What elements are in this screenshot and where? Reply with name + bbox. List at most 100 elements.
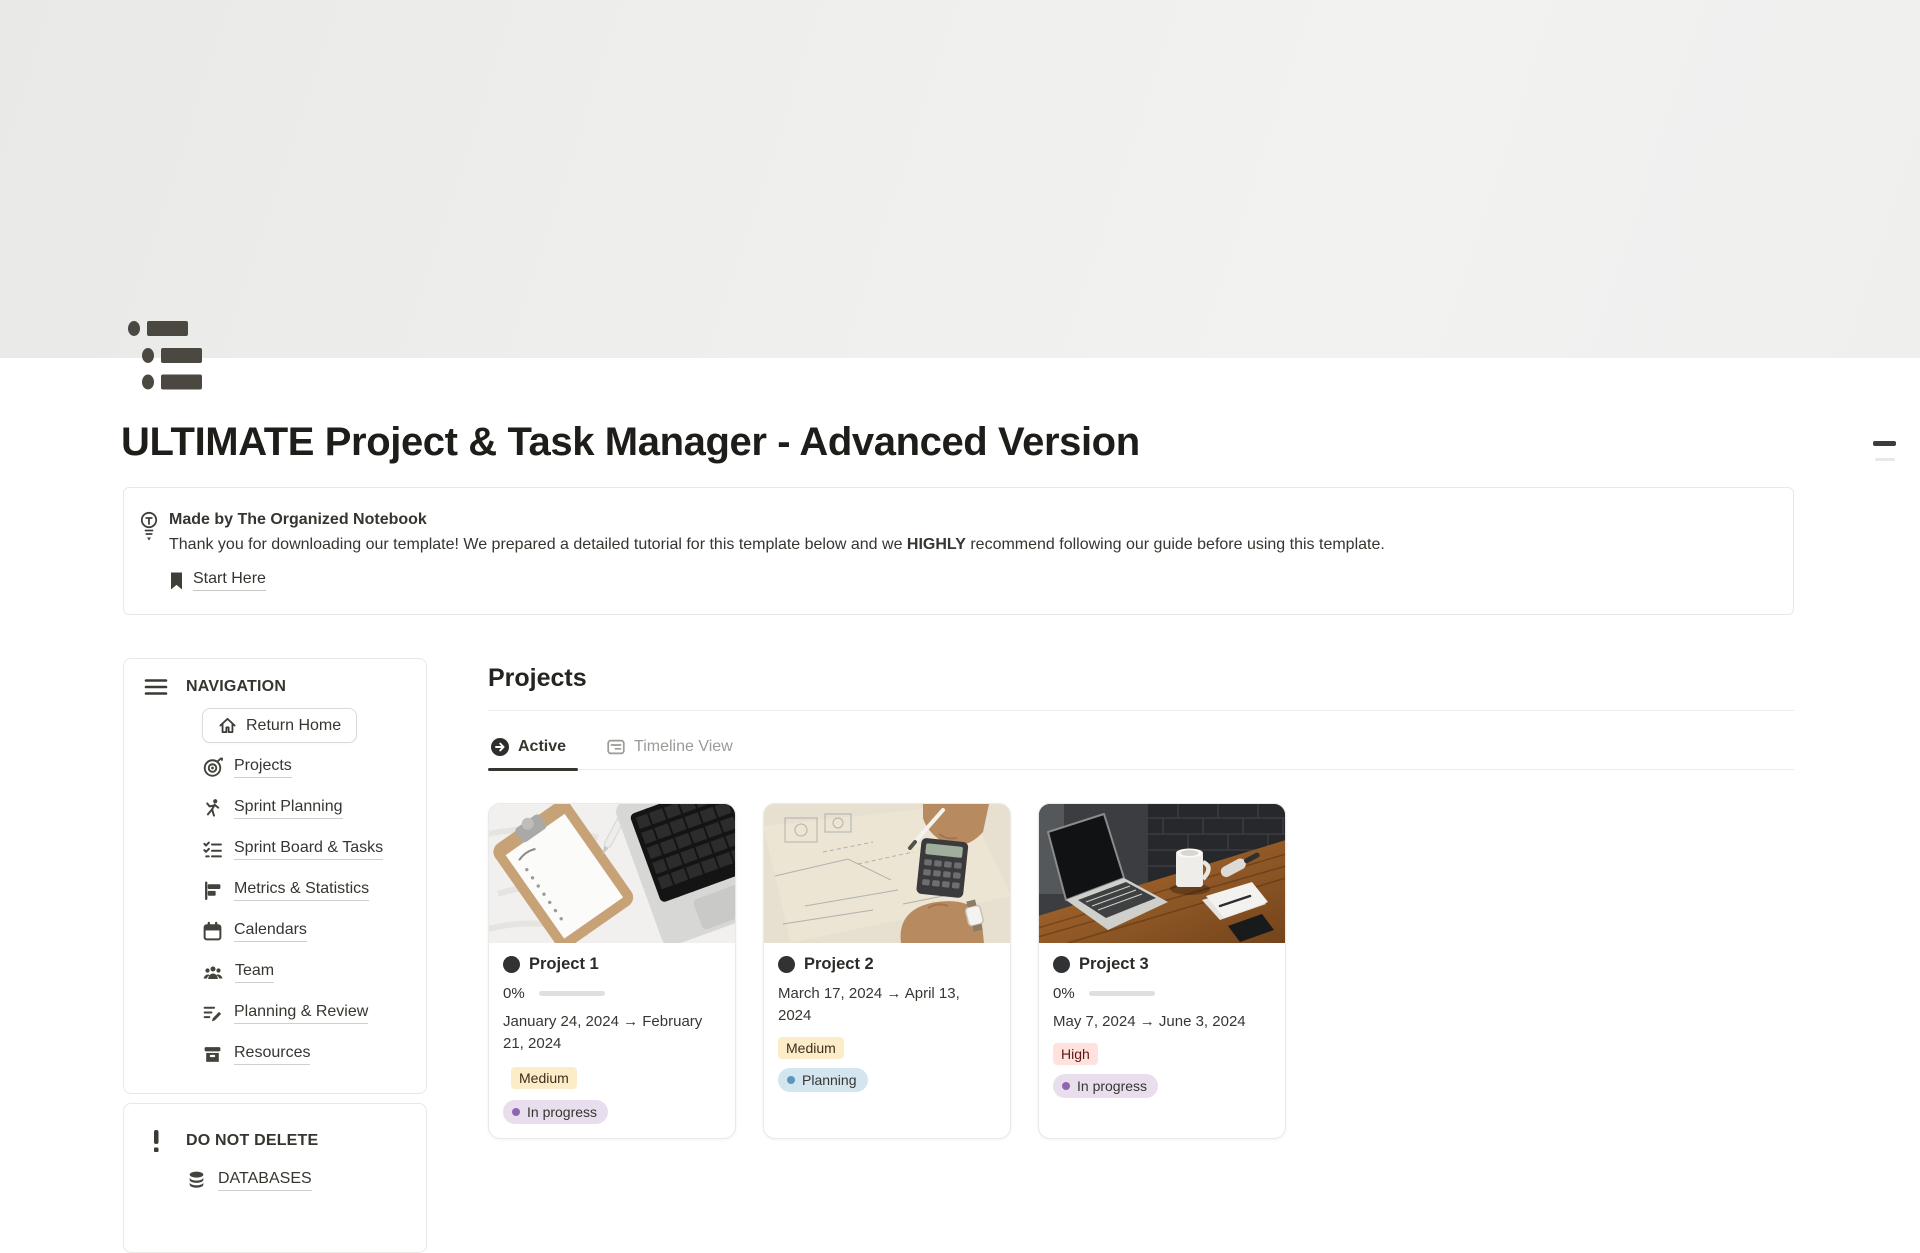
black-circle-icon xyxy=(503,956,520,973)
sidebar-item-label: Projects xyxy=(234,757,292,778)
card-body: Project 2 March 17, 2024 → April 13, 202… xyxy=(764,943,1010,1106)
status-label: Planning xyxy=(802,1071,857,1089)
view-tabs: Active Timeline View xyxy=(488,711,1794,770)
sidebar-item-databases[interactable]: DATABASES xyxy=(186,1160,412,1201)
project-title: Project 1 xyxy=(529,955,599,974)
bar-chart-icon xyxy=(202,880,223,901)
status-pill: Planning xyxy=(778,1068,868,1092)
calendar-icon xyxy=(202,921,223,942)
status-label: In progress xyxy=(1077,1077,1147,1095)
sidebar-item-sprint-board[interactable]: Sprint Board & Tasks xyxy=(202,829,412,870)
checklist-icon xyxy=(202,839,223,860)
do-not-delete-title: DO NOT DELETE xyxy=(186,1132,318,1150)
start-here-link[interactable]: Start Here xyxy=(169,570,1385,591)
do-not-delete-header: DO NOT DELETE xyxy=(144,1128,412,1154)
project-card-3[interactable]: Project 3 0% May 7, 2024 → June 3, 2024 … xyxy=(1038,803,1286,1139)
status-dot xyxy=(787,1076,795,1084)
callout-body: Thank you for downloading our template! … xyxy=(169,533,1385,556)
bulleted-list-icon[interactable] xyxy=(124,318,208,392)
arrow-circle-right-icon xyxy=(490,737,510,757)
timeline-view-icon xyxy=(606,737,626,757)
sidebar-item-label: Planning & Review xyxy=(234,1003,368,1024)
sidebar-item-projects[interactable]: Projects xyxy=(202,747,412,788)
card-title-row: Project 3 xyxy=(1053,955,1271,974)
sidebar-item-calendars[interactable]: Calendars xyxy=(202,911,412,952)
sidebar-item-label: Sprint Planning xyxy=(234,798,343,819)
project-title: Project 3 xyxy=(1079,955,1149,974)
architect-blueprints-calculator-photo xyxy=(764,804,1010,943)
tab-timeline-view[interactable]: Timeline View xyxy=(604,711,745,769)
sidebar-item-sprint-planning[interactable]: Sprint Planning xyxy=(202,788,412,829)
collapse-dash-shadow xyxy=(1875,458,1895,461)
sidebar-item-team[interactable]: Team xyxy=(202,952,412,993)
navigation-list: Projects Sprint Planning Spri xyxy=(202,747,412,1075)
project-dates: March 17, 2024 → April 13, 2024 xyxy=(778,983,996,1027)
sidebar-item-label: Sprint Board & Tasks xyxy=(234,839,383,860)
callout-body-text: Thank you for downloading our template! … xyxy=(169,536,907,553)
sidebar-item-label: Team xyxy=(235,962,274,983)
sidebar-item-label: Resources xyxy=(234,1044,310,1065)
priority-tag: Medium xyxy=(511,1067,577,1089)
callout-body-bold: HIGHLY xyxy=(907,536,966,553)
navigation-header: NAVIGATION xyxy=(144,677,412,697)
do-not-delete-list: DATABASES xyxy=(186,1160,412,1201)
house-icon xyxy=(218,716,237,735)
database-icon xyxy=(186,1170,207,1191)
project-card-1[interactable]: Project 1 0% January 24, 2024 → February… xyxy=(488,803,736,1139)
sidebar-item-metrics[interactable]: Metrics & Statistics xyxy=(202,870,412,911)
creator-callout: Made by The Organized Notebook Thank you… xyxy=(123,487,1794,615)
status-dot xyxy=(512,1108,520,1116)
archive-box-icon xyxy=(202,1044,223,1065)
progress-bar xyxy=(1089,991,1155,996)
project-card-gallery: Project 1 0% January 24, 2024 → February… xyxy=(488,803,1794,1139)
status-label: In progress xyxy=(527,1103,597,1121)
status-dot xyxy=(1062,1082,1070,1090)
collapse-dash-icon[interactable] xyxy=(1873,441,1896,446)
navigation-panel: NAVIGATION Return Home Projects xyxy=(123,658,427,1094)
progress-row: 0% xyxy=(1053,985,1271,1002)
progress-value: 0% xyxy=(503,985,525,1002)
sidebar-item-resources[interactable]: Resources xyxy=(202,1034,412,1075)
page-title: ULTIMATE Project & Task Manager - Advanc… xyxy=(121,420,1621,465)
do-not-delete-panel: DO NOT DELETE DATABASES xyxy=(123,1103,427,1253)
dark-desk-laptop-coffee-photo xyxy=(1039,804,1285,943)
return-home-button[interactable]: Return Home xyxy=(202,708,357,743)
compose-icon xyxy=(202,1003,223,1024)
card-title-row: Project 1 xyxy=(503,955,721,974)
section-title: Projects xyxy=(488,664,1794,693)
progress-bar xyxy=(539,991,605,996)
project-dates: January 24, 2024 → February 21, 2024 xyxy=(503,1011,721,1055)
exclamation-icon xyxy=(144,1128,168,1154)
project-card-2[interactable]: Project 2 March 17, 2024 → April 13, 202… xyxy=(763,803,1011,1139)
status-pill: In progress xyxy=(503,1100,608,1124)
card-body: Project 1 0% January 24, 2024 → February… xyxy=(489,943,735,1138)
progress-row: 0% xyxy=(503,985,721,1002)
tab-timeline-label: Timeline View xyxy=(634,738,733,756)
projects-section: Projects Active Timeline View xyxy=(488,664,1794,1139)
sidebar-item-label: Calendars xyxy=(234,921,307,942)
progress-value: 0% xyxy=(1053,985,1075,1002)
return-home-label: Return Home xyxy=(246,717,341,735)
black-circle-icon xyxy=(778,956,795,973)
notion-page: { "page": { "title": "ULTIMATE Project &… xyxy=(0,0,1920,1199)
navigation-title: NAVIGATION xyxy=(186,678,286,696)
sidebar-item-label: DATABASES xyxy=(218,1170,312,1191)
project-title: Project 2 xyxy=(804,955,874,974)
card-title-row: Project 2 xyxy=(778,955,996,974)
sidebar-item-planning-review[interactable]: Planning & Review xyxy=(202,993,412,1034)
priority-tag: Medium xyxy=(778,1037,844,1059)
target-icon xyxy=(202,757,223,778)
cover-image xyxy=(0,0,1920,358)
running-person-icon xyxy=(202,798,223,819)
people-icon xyxy=(202,962,224,983)
card-body: Project 3 0% May 7, 2024 → June 3, 2024 … xyxy=(1039,943,1285,1112)
sidebar-item-label: Metrics & Statistics xyxy=(234,880,369,901)
clipboard-laptop-desk-photo xyxy=(489,804,735,943)
project-dates: May 7, 2024 → June 3, 2024 xyxy=(1053,1011,1271,1033)
bookmark-icon xyxy=(169,571,184,591)
tab-active[interactable]: Active xyxy=(488,711,578,769)
priority-tag: High xyxy=(1053,1043,1098,1065)
black-circle-icon xyxy=(1053,956,1070,973)
callout-heading: Made by The Organized Notebook xyxy=(169,509,1385,531)
callout-content: Made by The Organized Notebook Thank you… xyxy=(169,509,1385,614)
